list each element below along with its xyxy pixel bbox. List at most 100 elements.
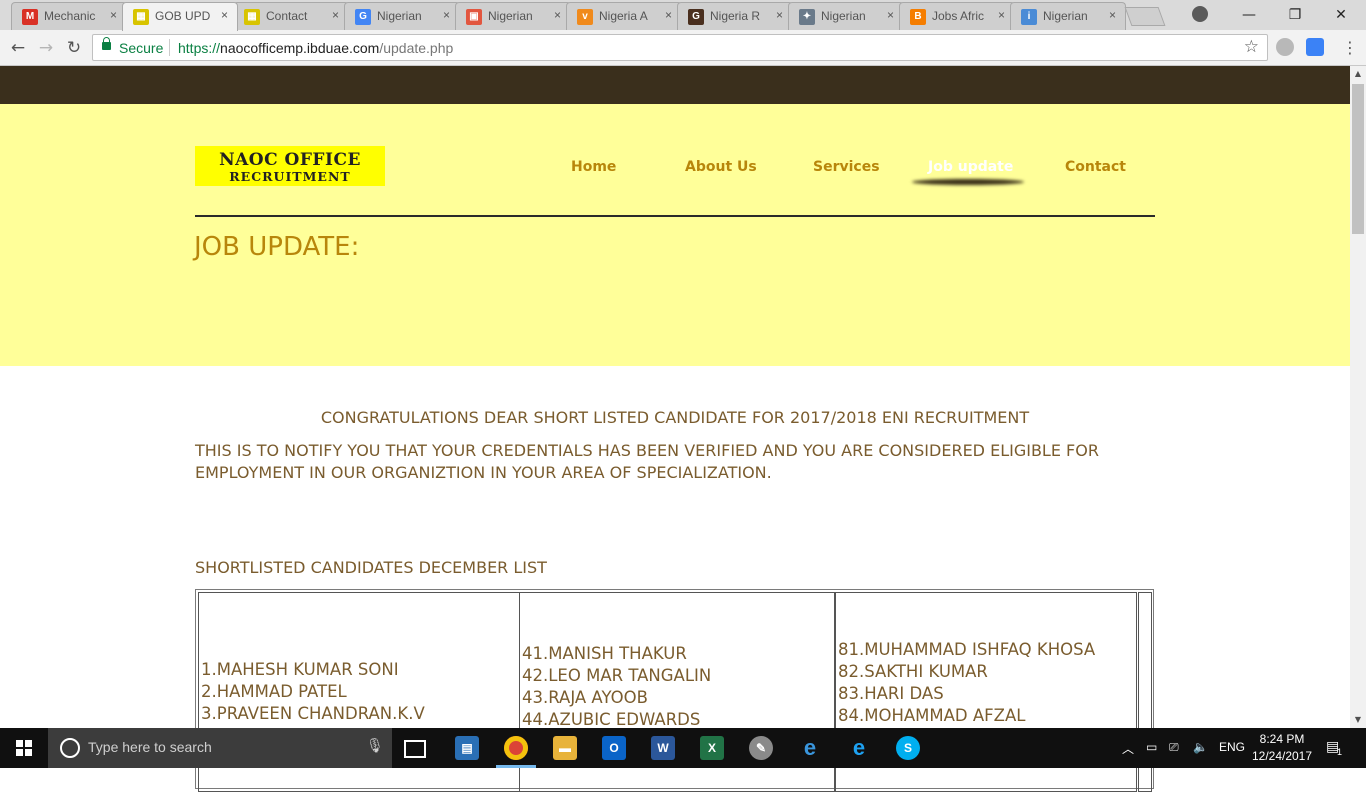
url-path: /update.php (379, 40, 454, 56)
file-explorer-icon[interactable]: ▬ (553, 736, 577, 760)
tab-close-icon[interactable]: × (665, 8, 672, 22)
tab-close-icon[interactable]: × (887, 8, 894, 22)
browser-tab[interactable]: i Nigerian × (1010, 2, 1126, 30)
browser-tab-strip: M Mechanic × ▦ GOB UPD × ▦ Contact × G Nigerian × ▣ N… (0, 0, 1366, 31)
page-scrollbar[interactable]: ▲ ▼ (1350, 66, 1366, 728)
news-favicon-icon: ▣ (466, 9, 482, 25)
search-placeholder: Type here to search (88, 739, 212, 755)
list-item: 84.MOHAMMAD AFZAL (838, 706, 1026, 725)
blogger-icon: B (910, 9, 926, 25)
clock-time: 8:24 PM (1259, 732, 1305, 746)
tab-close-icon[interactable]: × (443, 8, 450, 22)
tab-close-icon[interactable]: × (332, 8, 339, 22)
secure-label: Secure (119, 40, 164, 56)
tab-close-icon[interactable]: × (1109, 8, 1116, 22)
reload-icon[interactable]: ↻ (62, 36, 86, 60)
internet-explorer-icon[interactable]: e (847, 736, 871, 760)
outlook-icon[interactable]: O (602, 736, 626, 760)
volume-icon[interactable]: 🔈 (1193, 740, 1208, 754)
nav-job-update[interactable]: Job update (928, 159, 1013, 175)
browser-tab[interactable]: G Nigeria R × (677, 2, 793, 30)
system-clock[interactable]: 8:24 PM 12/24/2017 (1250, 731, 1314, 765)
logo-line-2: RECRUITMENT (229, 169, 351, 184)
profile-icon[interactable] (1192, 6, 1208, 22)
list-item: 42.LEO MAR TANGALIN (522, 666, 712, 685)
nav-contact[interactable]: Contact (1065, 159, 1126, 175)
info-favicon-icon: i (1021, 9, 1037, 25)
browser-tab[interactable]: ✦ Nigerian × (788, 2, 904, 30)
extension-icon[interactable] (1306, 38, 1324, 56)
list-item: 2.HAMMAD PATEL (201, 682, 347, 701)
congratulations-text: CONGRATULATIONS DEAR SHORT LISTED CANDID… (320, 408, 1030, 427)
extension-icon[interactable] (1276, 38, 1294, 56)
browser-tab[interactable]: ▦ Contact × (233, 2, 349, 30)
tray-overflow-chevron-icon[interactable]: ︿ (1122, 740, 1134, 757)
vanguard-icon: v (577, 9, 593, 25)
tab-label: Nigerian (821, 9, 866, 23)
network-icon[interactable]: ⎚ (1169, 740, 1179, 755)
browser-tab[interactable]: ▣ Nigerian × (455, 2, 571, 30)
chrome-icon[interactable] (504, 736, 528, 760)
menu-icon[interactable]: ⋮ (1338, 36, 1362, 60)
scrollbar-thumb[interactable] (1352, 84, 1364, 234)
browser-tab[interactable]: G Nigerian × (344, 2, 460, 30)
tab-label: Nigerian (488, 9, 533, 23)
start-button[interactable] (0, 728, 48, 768)
word-icon[interactable]: W (651, 736, 675, 760)
taskbar-search-box[interactable]: Type here to search 🎙 (48, 728, 392, 768)
nav-services[interactable]: Services (813, 159, 880, 175)
site-logo[interactable]: NAOC OFFICE RECRUITMENT (195, 146, 385, 186)
address-bar[interactable]: Secure https://naocofficemp.ibduae.com/u… (92, 34, 1268, 61)
site-favicon-icon: ▦ (244, 9, 260, 25)
logo-line-1: NAOC OFFICE (219, 150, 361, 170)
excel-icon[interactable]: X (700, 736, 724, 760)
tab-label: Mechanic (44, 9, 96, 23)
nav-active-underline (912, 179, 1024, 185)
close-window-button[interactable]: ✕ (1318, 2, 1364, 28)
scroll-down-arrow-icon[interactable]: ▼ (1350, 712, 1366, 728)
tab-close-icon[interactable]: × (998, 8, 1005, 22)
new-tab-button[interactable] (1124, 7, 1166, 26)
app-icon[interactable]: ✎ (749, 736, 773, 760)
list-item: 83.HARI DAS (838, 684, 944, 703)
browser-tab[interactable]: v Nigeria A × (566, 2, 682, 30)
gmail-icon: M (22, 9, 38, 25)
windows-logo-icon (16, 740, 32, 756)
bookmark-star-icon[interactable]: ☆ (1244, 37, 1259, 57)
tab-label: Contact (266, 9, 308, 23)
task-view-icon[interactable] (404, 740, 426, 758)
list-item: 43.RAJA AYOOB (522, 688, 648, 707)
microphone-icon[interactable]: 🎙 (366, 738, 384, 754)
skype-icon[interactable]: S (896, 736, 920, 760)
language-indicator[interactable]: ENG (1219, 740, 1245, 754)
restore-button[interactable]: ❐ (1272, 2, 1318, 28)
google-icon: G (355, 9, 371, 25)
windows-taskbar: Type here to search 🎙 ▤ ▬ O W X ✎ e e S … (0, 728, 1366, 768)
nav-about-us[interactable]: About Us (685, 159, 757, 175)
tab-close-icon[interactable]: × (221, 8, 228, 22)
browser-tab[interactable]: ▦ GOB UPD × (122, 2, 238, 31)
tab-close-icon[interactable]: × (776, 8, 783, 22)
tab-label: GOB UPD (155, 9, 211, 23)
list-item: 41.MANISH THAKUR (522, 644, 687, 663)
back-arrow-icon[interactable]: ← (6, 36, 30, 60)
header-divider (195, 215, 1155, 217)
minimize-button[interactable]: — (1226, 2, 1272, 28)
edge-icon[interactable]: e (798, 736, 822, 760)
tab-label: Nigeria A (599, 9, 648, 23)
site-favicon-icon: ✦ (799, 9, 815, 25)
battery-icon[interactable]: ▭ (1146, 740, 1157, 754)
scroll-up-arrow-icon[interactable]: ▲ (1350, 66, 1366, 82)
forward-arrow-icon[interactable]: → (34, 36, 58, 60)
tab-label: Nigerian (1043, 9, 1088, 23)
browser-tab[interactable]: B Jobs Afric × (899, 2, 1015, 30)
url-host: naocofficemp.ibduae.com (220, 40, 380, 56)
tab-close-icon[interactable]: × (110, 8, 117, 22)
list-item: 3.PRAVEEN CHANDRAN.K.V (201, 704, 425, 723)
nav-home[interactable]: Home (571, 159, 616, 175)
calendar-app-icon[interactable]: ▤ (455, 736, 479, 760)
tab-label: Nigeria R (710, 9, 761, 23)
tab-close-icon[interactable]: × (554, 8, 561, 22)
url-text: https://naocofficemp.ibduae.com/update.p… (178, 40, 453, 56)
browser-tab[interactable]: M Mechanic × (11, 2, 127, 30)
